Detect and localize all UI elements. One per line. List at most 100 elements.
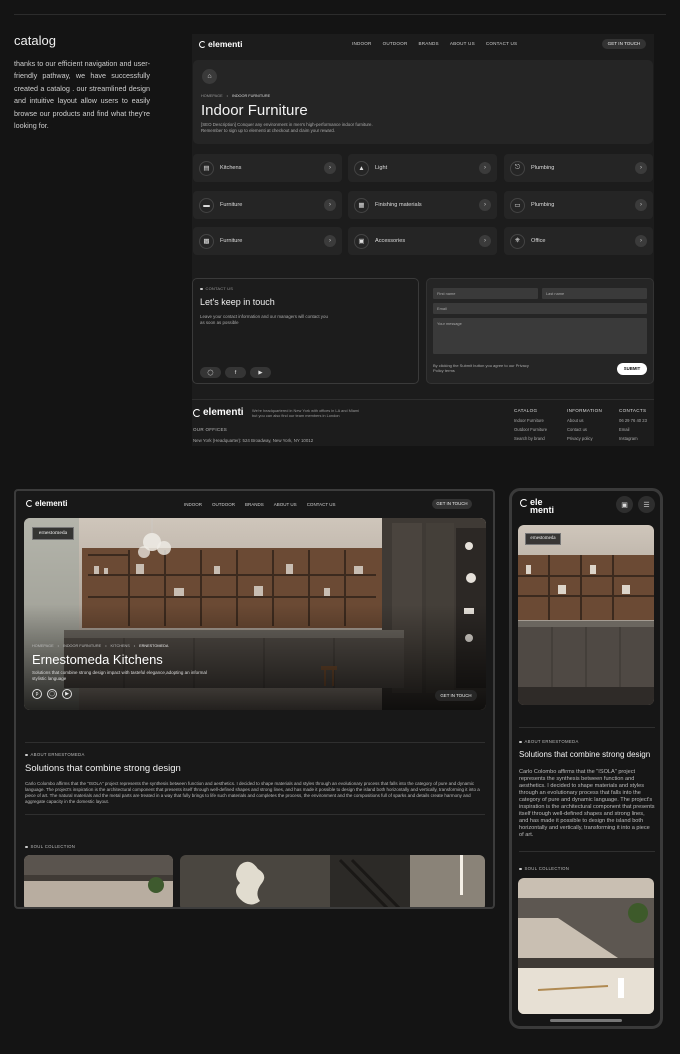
nav-indoor[interactable]: INDOOR (184, 502, 202, 507)
chat-icon[interactable]: ▣ (616, 496, 633, 513)
brand-hero: ernestomeda (518, 525, 654, 705)
about-text: Carlo Colombo affirms that the "ISOLA" p… (25, 781, 480, 804)
lamp-icon: ▲ (354, 160, 369, 176)
footer-column-catalog: CATALOG Indoor Furniture Outdoor Furnitu… (514, 408, 548, 441)
youtube-icon[interactable]: ▶ (250, 367, 271, 378)
catalog-screen: elementi INDOOR OUTDOOR BRANDS ABOUT US … (192, 34, 654, 446)
footer-link[interactable]: Search by brand (514, 436, 547, 441)
contact-label: CONTACT US (205, 286, 234, 291)
footer-link[interactable]: Contact us (567, 427, 602, 432)
logo-mark-icon (520, 499, 528, 507)
section-title: catalog (14, 33, 56, 48)
page-description: [SEO Description] Conquer any environmen… (201, 122, 373, 133)
nav-outdoor[interactable]: OUTDOOR (212, 502, 235, 507)
arrow-right-icon: › (635, 162, 647, 174)
nav-outdoor[interactable]: OUTDOOR (383, 41, 408, 46)
logo-mark-icon (199, 40, 206, 48)
footer-link[interactable]: Outdoor Furniture (514, 427, 547, 432)
nav-contact[interactable]: CONTACT US (486, 41, 517, 46)
brand-logo-tag: ernestomeda (32, 527, 74, 540)
brand-title: Ernestomeda Kitchens (32, 652, 163, 667)
category-tile-light[interactable]: ▲ Light › (348, 154, 497, 182)
get-in-touch-button[interactable]: GET IN TOUCH (602, 39, 646, 49)
nav-about[interactable]: ABOUT US (450, 41, 475, 46)
bullet-icon (25, 845, 28, 849)
submit-button[interactable]: SUBMIT (617, 363, 647, 375)
bullet-icon (519, 867, 522, 871)
arrow-right-icon: › (635, 199, 647, 211)
breadcrumb-item[interactable]: KITCHENS (111, 644, 130, 648)
bullet-icon (25, 753, 28, 757)
category-tile-furniture-2[interactable]: ▩ Furniture › (193, 227, 342, 255)
privacy-note: By clicking the Submit button you agree … (433, 363, 529, 374)
top-nav: elementi INDOOR OUTDOOR BRANDS ABOUT US … (192, 34, 654, 54)
collection-photo[interactable] (24, 855, 173, 907)
breadcrumb-item[interactable]: HOMEPAGE (201, 94, 223, 98)
logo[interactable]: ele menti (520, 498, 554, 515)
youtube-icon[interactable]: ▶ (62, 689, 72, 699)
get-in-touch-button[interactable]: GET IN TOUCH (435, 690, 477, 701)
brand-logo-tag: ernestomeda (525, 533, 561, 545)
desktop-brand-screen: elementi INDOOR OUTDOOR BRANDS ABOUT US … (14, 489, 495, 909)
instagram-icon[interactable]: ◯ (200, 367, 221, 378)
sofa-icon: ▬ (199, 197, 214, 213)
nav-brands[interactable]: BRANDS (418, 41, 438, 46)
category-tile-accessories[interactable]: ▣ Accessories › (348, 227, 497, 255)
about-text: Carlo Colombo affirms that the "ISOLA" p… (519, 769, 655, 838)
breadcrumb-separator-icon: • (57, 644, 60, 648)
footer-link[interactable]: Privacy policy (567, 436, 602, 441)
breadcrumb-item[interactable]: INDOOR FURNITURE (63, 644, 101, 648)
category-tile-finishing-materials[interactable]: ▦ Finishing materials › (348, 191, 497, 219)
logo[interactable]: elementi (26, 499, 67, 508)
nav-brands[interactable]: BRANDS (245, 502, 264, 507)
desk-lamp-icon: ⎈ (510, 233, 525, 249)
breadcrumb-item: ERNESTOMEDA (139, 644, 169, 648)
collection-label: SOUL COLLECTION (30, 844, 76, 849)
footer: elementi We're headquartered in New York… (192, 399, 654, 446)
first-name-field[interactable]: First name (433, 288, 538, 299)
footer-link[interactable]: 06 29 76 40 23 (619, 418, 647, 423)
nav-indoor[interactable]: INDOOR (352, 41, 372, 46)
about-label: ABOUT ERNESTOMEDA (524, 739, 579, 744)
footer-link[interactable]: Email (619, 427, 647, 432)
footer-link[interactable]: Indoor Furniture (514, 418, 547, 423)
presentation-page: catalog thanks to our efficient navigati… (0, 0, 680, 1054)
brand-subtitle: Solutions that combine strong design imp… (32, 670, 207, 681)
arrow-right-icon: › (324, 235, 336, 247)
category-tile-office[interactable]: ⎈ Office › (504, 227, 653, 255)
menu-icon[interactable]: ☰ (638, 496, 655, 513)
collection-image (180, 855, 485, 907)
category-tile-furniture[interactable]: ▬ Furniture › (193, 191, 342, 219)
last-name-field[interactable]: Last name (542, 288, 647, 299)
pinterest-icon[interactable]: p (32, 689, 42, 699)
nav-contact[interactable]: CONTACT US (307, 502, 336, 507)
collection-photo[interactable] (180, 855, 485, 907)
kitchen-icon: ▤ (199, 160, 214, 176)
logo-mark-icon (193, 408, 201, 417)
arrow-right-icon: › (635, 235, 647, 247)
collection-photo[interactable] (518, 878, 654, 1014)
category-tile-plumbing-2[interactable]: ▭ Plumbing › (504, 191, 653, 219)
footer-link[interactable]: About us (567, 418, 602, 423)
get-in-touch-button[interactable]: GET IN TOUCH (432, 499, 472, 509)
arrow-right-icon: › (479, 162, 491, 174)
arrow-right-icon: › (324, 199, 336, 211)
email-field[interactable]: Email (433, 303, 647, 314)
contact-form: First name Last name Email Your message … (426, 278, 654, 384)
instagram-icon[interactable]: ◯ (47, 689, 57, 699)
home-indicator (550, 1019, 622, 1022)
facebook-icon[interactable]: f (225, 367, 246, 378)
category-tile-plumbing[interactable]: ⎋ Plumbing › (504, 154, 653, 182)
collection-image (24, 855, 173, 907)
tiles-icon: ▦ (354, 197, 369, 213)
footer-link[interactable]: Instagram (619, 436, 647, 441)
about-label: ABOUT ERNESTOMEDA (30, 752, 85, 757)
contact-block: CONTACT US Let's keep in touch Leave you… (192, 278, 419, 384)
message-field[interactable]: Your message (433, 318, 647, 354)
nav-about[interactable]: ABOUT US (274, 502, 297, 507)
category-tile-kitchens[interactable]: ▤ Kitchens › (193, 154, 342, 182)
footer-logo[interactable]: elementi (193, 407, 244, 418)
breadcrumb-item[interactable]: HOMEPAGE (32, 644, 54, 648)
logo[interactable]: elementi (199, 39, 243, 49)
home-icon[interactable]: ⌂ (202, 69, 217, 84)
